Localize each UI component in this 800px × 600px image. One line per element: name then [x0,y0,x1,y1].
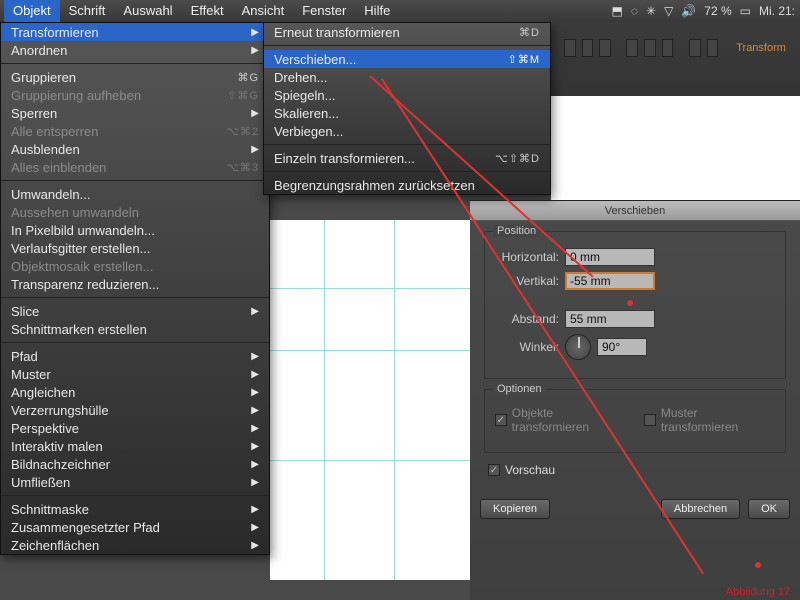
input-distance[interactable] [565,310,655,328]
wifi-icon[interactable]: ▽ [662,4,675,18]
input-vertical[interactable] [565,272,655,290]
align-toolbar: Transform [560,22,796,74]
menu-fenster[interactable]: Fenster [293,0,355,22]
menu-item-transformieren[interactable]: Transformieren▶ [1,23,269,41]
move-dialog: Verschieben Position Horizontal: Vertika… [470,200,800,600]
bluetooth-icon[interactable]: ✳ [644,4,658,18]
guide-horizontal-1[interactable] [270,288,470,289]
menu-objekt[interactable]: Objekt [4,0,60,22]
menu-item-begrenzungsrahmen-zur-cksetzen[interactable]: Begrenzungsrahmen zurücksetzen [264,176,550,194]
menu-ansicht[interactable]: Ansicht [233,0,294,22]
menu-item-schnittmaske[interactable]: Schnittmaske▶ [1,500,269,518]
tab-transform[interactable]: Transform [730,38,792,58]
menu-hilfe[interactable]: Hilfe [355,0,399,22]
menu-item-bildnachzeichner[interactable]: Bildnachzeichner▶ [1,455,269,473]
guide-vertical-2[interactable] [394,220,395,580]
dropdown-objekt: Transformieren▶Anordnen▶ Gruppieren⌘GGrup… [0,22,270,555]
menu-item-gruppieren[interactable]: Gruppieren⌘G [1,68,269,86]
artboard[interactable] [270,220,470,580]
menu-item-umwandeln-[interactable]: Umwandeln... [1,185,269,203]
input-angle[interactable] [597,338,647,356]
menu-item-zusammengesetzter-pfad[interactable]: Zusammengesetzter Pfad▶ [1,518,269,536]
system-tray: ⬒ ◌ ✳ ▽ 🔊 72 % ▭ Mi. 21: [607,4,800,18]
button-copy[interactable]: Kopieren [480,499,550,519]
menu-item-interaktiv-malen[interactable]: Interaktiv malen▶ [1,437,269,455]
menubar: Objekt Schrift Auswahl Effekt Ansicht Fe… [0,0,800,22]
label-transform-objects: Objekte transformieren [512,406,631,434]
menu-item-schnittmarken-erstellen[interactable]: Schnittmarken erstellen [1,320,269,338]
menu-auswahl[interactable]: Auswahl [114,0,181,22]
menu-item-einzeln-transformieren-[interactable]: Einzeln transformieren...⌥⇧⌘D [264,149,550,167]
label-preview: Vorschau [505,463,555,477]
menu-item-gruppierung-aufheben: Gruppierung aufheben⇧⌘G [1,86,269,104]
button-cancel[interactable]: Abbrechen [661,499,740,519]
menu-item-alle-entsperren: Alle entsperren⌥⌘2 [1,122,269,140]
menu-effekt[interactable]: Effekt [182,0,233,22]
angle-dial[interactable] [565,334,591,360]
align-btn-6[interactable] [662,39,674,57]
dropbox-icon[interactable]: ⬒ [610,4,625,18]
group-position-title: Position [493,225,540,237]
menu-item-sperren[interactable]: Sperren▶ [1,104,269,122]
label-distance: Abstand: [495,312,565,326]
annotation-dot-1 [627,300,633,306]
battery-icon[interactable]: ▭ [738,4,753,18]
menu-item-aussehen-umwandeln: Aussehen umwandeln [1,203,269,221]
guide-horizontal-2[interactable] [270,350,470,351]
figure-caption: Abbildung 17 [726,586,790,598]
checkbox-preview[interactable] [488,464,500,476]
menu-item-in-pixelbild-umwandeln-[interactable]: In Pixelbild umwandeln... [1,221,269,239]
menu-item-transparenz-reduzieren-[interactable]: Transparenz reduzieren... [1,275,269,293]
label-vertical: Vertikal: [495,274,565,288]
menu-item-alles-einblenden: Alles einblenden⌥⌘3 [1,158,269,176]
align-btn-7[interactable] [689,39,701,57]
align-btn-4[interactable] [626,39,638,57]
guide-vertical-1[interactable] [324,220,325,580]
menu-item-spiegeln-[interactable]: Spiegeln... [264,86,550,104]
menu-item-erneut-transformieren[interactable]: Erneut transformieren⌘D [264,23,550,41]
menu-item-angleichen[interactable]: Angleichen▶ [1,383,269,401]
menu-item-ausblenden[interactable]: Ausblenden▶ [1,140,269,158]
menu-item-anordnen[interactable]: Anordnen▶ [1,41,269,59]
group-options: Optionen Objekte transformieren Muster t… [484,389,786,453]
menu-item-verlaufsgitter-erstellen-[interactable]: Verlaufsgitter erstellen... [1,239,269,257]
clock-text[interactable]: Mi. 21: [757,4,797,18]
menu-item-umflie-en[interactable]: Umfließen▶ [1,473,269,491]
button-ok[interactable]: OK [748,499,790,519]
checkbox-transform-objects[interactable] [495,414,507,426]
volume-icon[interactable]: 🔊 [679,4,698,18]
menu-item-zeichenfl-chen[interactable]: Zeichenflächen▶ [1,536,269,554]
checkbox-transform-patterns[interactable] [644,414,656,426]
menu-item-slice[interactable]: Slice▶ [1,302,269,320]
label-transform-patterns: Muster transformieren [661,406,775,434]
menu-item-muster[interactable]: Muster▶ [1,365,269,383]
align-btn-8[interactable] [707,39,719,57]
menu-item-pfad[interactable]: Pfad▶ [1,347,269,365]
menu-item-perspektive[interactable]: Perspektive▶ [1,419,269,437]
align-btn-1[interactable] [564,39,576,57]
panel-white-area [551,96,800,200]
align-btn-5[interactable] [644,39,656,57]
align-btn-2[interactable] [582,39,594,57]
menu-item-verschieben-[interactable]: Verschieben...⇧⌘M [264,50,550,68]
menu-item-objektmosaik-erstellen-: Objektmosaik erstellen... [1,257,269,275]
guide-horizontal-3[interactable] [270,460,470,461]
group-options-title: Optionen [493,383,546,395]
align-btn-3[interactable] [599,39,611,57]
annotation-dot-2 [755,562,761,568]
battery-text: 72 % [702,4,733,18]
menu-schrift[interactable]: Schrift [60,0,115,22]
menu-item-verzerrungsh-lle[interactable]: Verzerrungshülle▶ [1,401,269,419]
menu-item-drehen-[interactable]: Drehen... [264,68,550,86]
sync-icon[interactable]: ◌ [629,4,640,18]
menu-item-verbiegen-[interactable]: Verbiegen... [264,122,550,140]
label-horizontal: Horizontal: [495,250,565,264]
